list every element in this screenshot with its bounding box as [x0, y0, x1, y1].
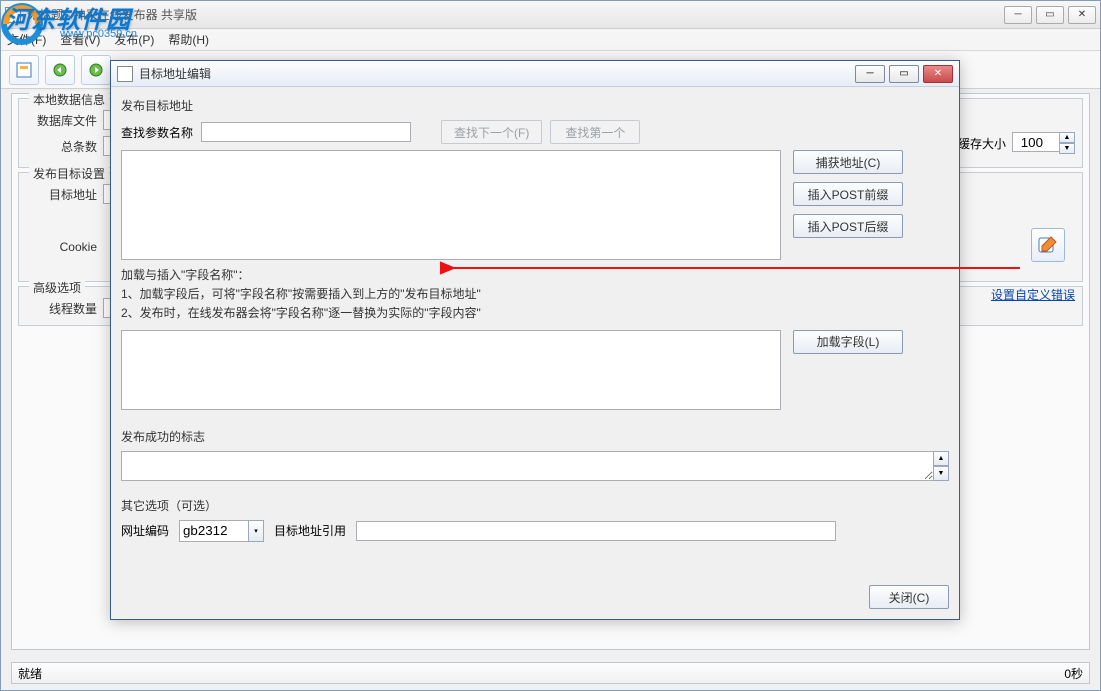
search-param-label: 查找参数名称 [121, 124, 193, 141]
search-row: 查找参数名称 查找下一个(F) 查找第一个 [121, 120, 949, 144]
target-edit-dialog: 目标地址编辑 ─ ▭ ✕ 发布目标地址 查找参数名称 查找下一个(F) 查找第一… [110, 60, 960, 620]
menubar: 文件(F) 查看(V) 发布(P) 帮助(H) [1, 29, 1100, 51]
edit-icon [1037, 234, 1059, 256]
main-titlebar: 无标题 - 神采在线发布器 共享版 ─ ▭ ✕ [1, 1, 1100, 29]
cache-size-input[interactable] [1012, 132, 1060, 152]
note-line-2: 2、发布时，在线发布器会将"字段名称"逐一替换为实际的"字段内容" [121, 304, 949, 323]
dialog-titlebar: 目标地址编辑 ─ ▭ ✕ [111, 61, 959, 87]
dialog-icon [117, 66, 133, 82]
cache-row: 缓存大小 ▲▼ [958, 132, 1075, 154]
success-label: 发布成功的标志 [121, 428, 949, 445]
status-right: 0秒 [1064, 665, 1083, 682]
total-label: 总条数 [27, 138, 97, 155]
dialog-footer: 关闭(C) [869, 585, 949, 609]
status-left: 就绪 [18, 665, 42, 682]
publish-section-label: 发布目标地址 [121, 97, 949, 114]
toolbar-btn-1[interactable] [9, 55, 39, 85]
group-target-legend: 发布目标设置 [29, 165, 109, 182]
cache-spinner[interactable]: ▲▼ [1059, 132, 1075, 154]
url-encoding-label: 网址编码 [121, 522, 169, 539]
find-first-button[interactable]: 查找第一个 [550, 120, 640, 144]
other-row: 网址编码 ▾ 目标地址引用 [121, 520, 949, 542]
success-spinner[interactable]: ▲▼ [933, 451, 949, 481]
load-fields-button[interactable]: 加载字段(L) [793, 330, 903, 354]
menu-publish[interactable]: 发布(P) [114, 31, 154, 48]
app-icon [5, 7, 21, 23]
target-ref-label: 目标地址引用 [274, 522, 346, 539]
edit-target-button[interactable] [1031, 228, 1065, 262]
note-block: 加载与插入"字段名称"： 1、加载字段后，可将"字段名称"按需要插入到上方的"发… [121, 266, 949, 324]
note-line-1: 1、加载字段后，可将"字段名称"按需要插入到上方的"发布目标地址" [121, 285, 949, 304]
success-flag-textarea[interactable] [121, 451, 934, 481]
edit-target-button-wrap [1031, 228, 1065, 262]
db-file-label: 数据库文件 [27, 112, 97, 129]
cookie-label: Cookie [27, 240, 97, 254]
menu-view[interactable]: 查看(V) [60, 31, 100, 48]
side-buttons: 捕获地址(C) 插入POST前缀 插入POST后缀 [793, 150, 903, 260]
dialog-minimize-button[interactable]: ─ [855, 65, 885, 83]
dialog-body: 发布目标地址 查找参数名称 查找下一个(F) 查找第一个 捕获地址(C) 插入P… [121, 93, 949, 609]
encoding-dropdown-icon[interactable]: ▾ [248, 520, 264, 542]
find-next-button[interactable]: 查找下一个(F) [441, 120, 542, 144]
status-bar: 就绪 0秒 [11, 662, 1090, 684]
insert-post-prefix-button[interactable]: 插入POST前缀 [793, 182, 903, 206]
toolbar-btn-3[interactable] [81, 55, 111, 85]
group-local-legend: 本地数据信息 [29, 91, 109, 108]
menu-help[interactable]: 帮助(H) [168, 31, 209, 48]
main-window-controls: ─ ▭ ✕ [1004, 6, 1096, 24]
threads-label: 线程数量 [27, 300, 97, 317]
main-title: 无标题 - 神采在线发布器 共享版 [27, 6, 1004, 23]
note-title: 加载与插入"字段名称"： [121, 266, 949, 285]
publish-target-textarea[interactable] [121, 150, 781, 260]
menu-file[interactable]: 文件(F) [7, 31, 46, 48]
close-button[interactable]: ✕ [1068, 6, 1096, 24]
toolbar-btn-2[interactable] [45, 55, 75, 85]
encoding-select[interactable] [179, 520, 249, 542]
other-options-label: 其它选项（可选） [121, 497, 949, 514]
cache-size-label: 缓存大小 [958, 135, 1006, 152]
group-adv-legend: 高级选项 [29, 279, 85, 296]
dialog-close-button[interactable]: ✕ [923, 65, 953, 83]
dialog-maximize-button[interactable]: ▭ [889, 65, 919, 83]
dialog-title: 目标地址编辑 [139, 65, 855, 82]
insert-post-suffix-button[interactable]: 插入POST后缀 [793, 214, 903, 238]
maximize-button[interactable]: ▭ [1036, 6, 1064, 24]
target-ref-input[interactable] [356, 521, 836, 541]
target-addr-label: 目标地址 [27, 186, 97, 203]
fields-listbox[interactable] [121, 330, 781, 410]
dialog-close-btn[interactable]: 关闭(C) [869, 585, 949, 609]
dialog-window-controls: ─ ▭ ✕ [855, 65, 953, 83]
capture-address-button[interactable]: 捕获地址(C) [793, 150, 903, 174]
custom-error-link[interactable]: 设置自定义错误 [991, 288, 1075, 302]
search-param-input[interactable] [201, 122, 411, 142]
minimize-button[interactable]: ─ [1004, 6, 1032, 24]
